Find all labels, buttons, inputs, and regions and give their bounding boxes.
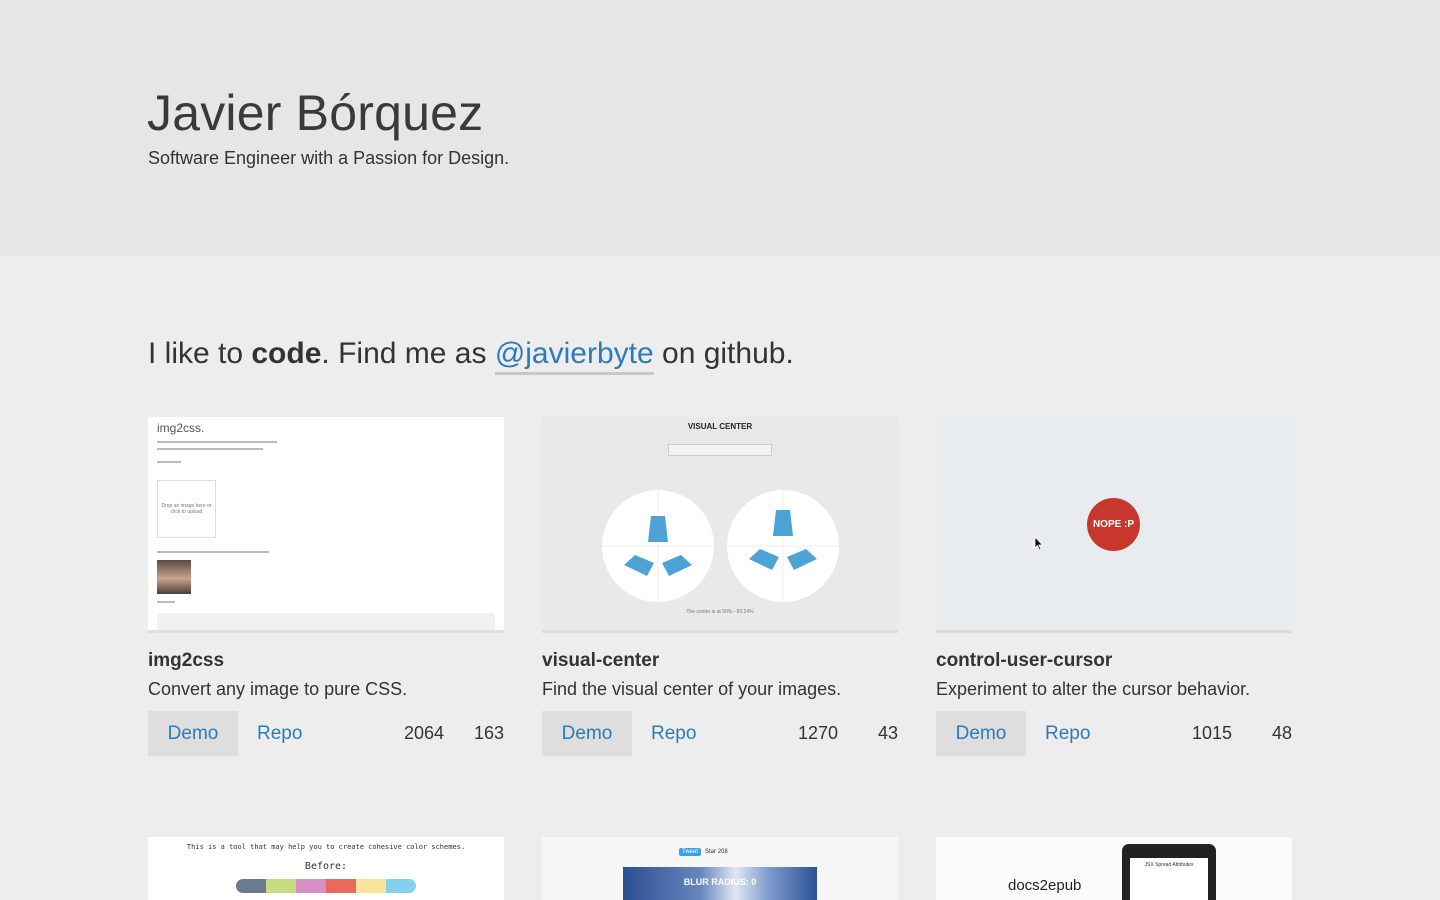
intro-part1: I like to xyxy=(148,337,252,370)
trefoil-icon xyxy=(727,490,839,602)
project-actions: Demo Repo 2064 163 xyxy=(148,711,504,756)
project-description: Convert any image to pure CSS. xyxy=(148,679,408,699)
project-description: Find the visual center of your images. xyxy=(542,679,842,699)
thumb-caption: The center is at 50% - 60.24% xyxy=(686,609,754,615)
stars-count: 2064 xyxy=(403,723,444,743)
site-header: Javier Bórquez Software Engineer with a … xyxy=(0,0,1440,256)
thumb-text-line xyxy=(157,461,181,463)
thumb-code-block xyxy=(157,613,495,630)
project-description: Experiment to alter the cursor behavior. xyxy=(936,679,1251,699)
color-swatches xyxy=(236,879,416,893)
project-card-control-user-cursor: NOPE :P control-user-cursor Experiment t… xyxy=(936,417,1292,756)
forks-count: 48 xyxy=(1271,723,1292,743)
thumb-logo: img2css. xyxy=(157,421,205,435)
thumb-heading: VISUAL CENTER xyxy=(687,422,753,431)
swatch xyxy=(386,879,416,893)
project-card-img2css: img2css. Drop an image here or click to … xyxy=(148,417,504,756)
repo-link[interactable]: Repo xyxy=(257,711,302,756)
project-actions: Demo Repo 1270 43 xyxy=(542,711,898,756)
thumb-title: docs2epub xyxy=(1008,877,1082,894)
project-title: control-user-cursor xyxy=(936,650,1113,671)
thumb-text-line xyxy=(157,448,263,450)
project-card-color-tool: This is a tool that may help you to crea… xyxy=(148,837,504,900)
swatch xyxy=(266,879,296,893)
project-thumbnail[interactable]: img2css. Drop an image here or click to … xyxy=(148,417,504,633)
project-thumbnail[interactable]: VISUAL CENTER The center is at 50% - 60.… xyxy=(542,417,898,633)
project-thumbnail[interactable]: Tweet Star 208 BLUR RADIUS: 0 xyxy=(542,837,898,900)
thumb-text-line xyxy=(157,441,277,443)
ereader-icon: JSX Spread Attributes xyxy=(1122,844,1216,900)
ereader-screen: JSX Spread Attributes xyxy=(1130,858,1208,900)
trefoil-icon xyxy=(602,490,714,602)
screen-title: JSX Spread Attributes xyxy=(1144,862,1194,868)
intro-part3: on github. xyxy=(653,337,794,370)
demo-button[interactable]: Demo xyxy=(936,711,1026,756)
thumb-dropzone: Drop an image here or click to upload xyxy=(157,480,216,538)
repo-link[interactable]: Repo xyxy=(651,711,696,756)
project-title: img2css xyxy=(148,650,225,671)
swatch xyxy=(236,879,266,893)
demo-button[interactable]: Demo xyxy=(148,711,238,756)
star-badge: Star xyxy=(705,849,717,855)
tweet-badge: Tweet xyxy=(679,848,702,856)
stars-count: 1270 xyxy=(797,723,838,743)
thumb-nope-button: NOPE :P xyxy=(1087,498,1140,551)
project-thumbnail[interactable]: NOPE :P xyxy=(936,417,1292,633)
site-title: Javier Bórquez xyxy=(147,85,484,141)
project-actions: Demo Repo 1015 48 xyxy=(936,711,1292,756)
project-card-blur: Tweet Star 208 BLUR RADIUS: 0 xyxy=(542,837,898,900)
demo-button[interactable]: Demo xyxy=(542,711,632,756)
github-link[interactable]: @javierbyte xyxy=(494,337,654,375)
thumb-sky-image: BLUR RADIUS: 0 xyxy=(623,867,817,900)
swatch xyxy=(296,879,326,893)
thumb-text-line xyxy=(157,601,175,603)
cursor-icon xyxy=(1034,536,1044,551)
project-thumbnail[interactable]: docs2epub JSX Spread Attributes xyxy=(936,837,1292,900)
forks-count: 43 xyxy=(877,723,898,743)
project-thumbnail[interactable]: This is a tool that may help you to crea… xyxy=(148,837,504,900)
intro-part2: . Find me as xyxy=(321,337,495,370)
star-count: 208 xyxy=(717,849,728,855)
swatch xyxy=(356,879,386,893)
site-tagline: Software Engineer with a Passion for Des… xyxy=(148,148,510,168)
forks-count: 163 xyxy=(473,723,504,743)
thumb-badges: Tweet Star 208 xyxy=(679,848,728,856)
project-title: visual-center xyxy=(542,650,660,671)
stars-count: 1015 xyxy=(1191,723,1232,743)
thumb-text: This is a tool that may help you to crea… xyxy=(186,843,466,851)
thumb-before-label: Before: xyxy=(304,861,348,872)
thumb-text-line xyxy=(157,551,269,553)
project-card-visual-center: VISUAL CENTER The center is at 50% - 60.… xyxy=(542,417,898,756)
project-card-docs2epub: docs2epub JSX Spread Attributes xyxy=(936,837,1292,900)
blur-radius-label: BLUR RADIUS: 0 xyxy=(683,877,757,887)
swatch xyxy=(326,879,356,893)
thumb-upload-box xyxy=(668,444,772,456)
thumb-circle-right xyxy=(727,490,839,602)
thumb-circle-left xyxy=(602,490,714,602)
intro-bold: code xyxy=(251,337,322,370)
thumb-photo xyxy=(157,560,191,594)
intro-text: I like to code. Find me as @javierbyte o… xyxy=(148,337,794,375)
repo-link[interactable]: Repo xyxy=(1045,711,1090,756)
